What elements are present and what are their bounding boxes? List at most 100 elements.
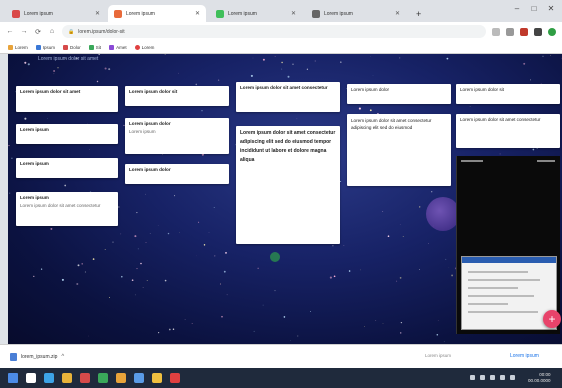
star-dot bbox=[33, 275, 35, 278]
star-dot bbox=[329, 276, 332, 279]
post-card[interactable]: Lorem ipsum dolor sit bbox=[456, 84, 560, 104]
bookmark-item[interactable]: Ipsum bbox=[35, 44, 55, 50]
language-icon[interactable] bbox=[510, 375, 515, 380]
app-icon[interactable] bbox=[152, 373, 162, 383]
star-dot bbox=[172, 328, 175, 330]
close-window-icon[interactable]: ✕ bbox=[544, 4, 558, 13]
tab-4[interactable]: Lorem ipsum ✕ bbox=[306, 5, 406, 22]
bookmark-item[interactable]: Dolor bbox=[63, 44, 81, 50]
star-dot bbox=[287, 75, 290, 78]
post-title: Lorem ipsum dolor bbox=[129, 121, 171, 126]
add-post-button[interactable]: + bbox=[543, 310, 561, 328]
system-clock[interactable]: 00:00 00.00.0000 bbox=[528, 372, 551, 384]
maximize-icon[interactable]: □ bbox=[527, 4, 541, 13]
tray-icon[interactable] bbox=[470, 375, 475, 380]
network-icon[interactable] bbox=[480, 375, 485, 380]
download-filename: lorem_ipsum.zip bbox=[21, 354, 58, 360]
star-dot bbox=[179, 232, 180, 233]
task-view-icon[interactable] bbox=[44, 373, 54, 383]
star-dot bbox=[257, 267, 259, 269]
download-note: Lorem ipsum bbox=[425, 353, 452, 358]
star-dot bbox=[532, 148, 535, 151]
post-card[interactable]: Lorem ipsum Lorem ipsum dolor sit amet c… bbox=[16, 192, 118, 226]
url-text: lorem.ipsum/dolor-sit bbox=[78, 28, 125, 35]
address-bar[interactable]: 🔒 lorem.ipsum/dolor-sit bbox=[62, 25, 486, 38]
file-explorer-icon[interactable] bbox=[80, 373, 90, 383]
post-card[interactable]: Lorem ipsum dolor sit amet consectetur bbox=[456, 114, 560, 148]
star-dot bbox=[523, 62, 526, 65]
star-dot bbox=[399, 277, 402, 279]
post-card[interactable]: Lorem ipsum bbox=[16, 158, 118, 178]
star-dot bbox=[419, 269, 420, 270]
extension-icon[interactable] bbox=[534, 27, 542, 36]
edge-icon[interactable] bbox=[62, 373, 72, 383]
star-dot bbox=[174, 195, 176, 197]
back-icon[interactable]: ← bbox=[6, 28, 14, 35]
star-dot bbox=[92, 258, 95, 260]
bookmark-item[interactable]: Lorem bbox=[134, 44, 154, 50]
post-card[interactable]: Lorem ipsum bbox=[16, 124, 118, 144]
post-card[interactable]: Lorem ipsum dolor sit bbox=[125, 86, 229, 106]
tab-3[interactable]: Lorem ipsum ✕ bbox=[210, 5, 302, 22]
star-dot bbox=[77, 264, 80, 267]
home-icon[interactable]: ⌂ bbox=[48, 28, 56, 35]
star-dot bbox=[149, 233, 151, 235]
video-embed[interactable] bbox=[456, 156, 560, 334]
post-card[interactable]: Lorem ipsum dolor sit amet consectetur a… bbox=[236, 126, 340, 244]
tab-1[interactable]: Lorem ipsum ✕ bbox=[6, 5, 106, 22]
post-card[interactable]: Lorem ipsum dolor sit amet bbox=[16, 86, 118, 112]
post-card[interactable]: Lorem ipsum dolor bbox=[125, 164, 229, 184]
download-item[interactable]: lorem_ipsum.zip ^ bbox=[10, 351, 70, 363]
post-card[interactable]: Lorem ipsum dolor sit amet consectetur bbox=[236, 82, 340, 112]
youtube-icon bbox=[134, 44, 140, 50]
minimize-icon[interactable]: – bbox=[510, 4, 524, 13]
post-card[interactable]: Lorem ipsum dolor Lorem ipsum bbox=[125, 118, 229, 154]
post-title: Lorem ipsum bbox=[20, 161, 49, 166]
post-title: Lorem ipsum dolor sit amet consectetur a… bbox=[240, 130, 336, 163]
star-dot bbox=[120, 233, 122, 235]
profile-avatar[interactable] bbox=[548, 27, 556, 36]
extension-icon[interactable] bbox=[506, 27, 514, 36]
star-dot bbox=[137, 248, 139, 250]
tab-close-icon[interactable]: ✕ bbox=[291, 10, 296, 17]
star-dot bbox=[167, 232, 170, 235]
star-dot bbox=[50, 227, 53, 230]
star-dot bbox=[24, 61, 27, 64]
store-icon[interactable] bbox=[98, 373, 108, 383]
tab-close-icon[interactable]: ✕ bbox=[95, 10, 100, 17]
post-card[interactable]: Lorem ipsum dolor sit amet consectetur a… bbox=[347, 114, 451, 186]
app-icon[interactable] bbox=[134, 373, 144, 383]
start-icon[interactable] bbox=[8, 373, 18, 383]
star-dot bbox=[134, 294, 136, 296]
forward-icon[interactable]: → bbox=[20, 28, 28, 35]
extension-icon[interactable] bbox=[520, 27, 528, 36]
star-dot bbox=[178, 72, 179, 74]
post-title: Lorem ipsum dolor sit amet consectetur a… bbox=[351, 118, 432, 131]
tab-2[interactable]: Lorem ipsum ✕ bbox=[108, 5, 206, 22]
tab-close-icon[interactable]: ✕ bbox=[395, 10, 400, 17]
star-dot bbox=[203, 244, 206, 246]
star-icon[interactable] bbox=[492, 27, 500, 36]
show-all-downloads-link[interactable]: Lorem ipsum bbox=[510, 353, 539, 359]
folder-icon[interactable] bbox=[116, 373, 126, 383]
star-dot bbox=[400, 321, 403, 324]
star-dot bbox=[443, 341, 445, 342]
reload-icon[interactable]: ⟳ bbox=[34, 28, 42, 36]
battery-icon[interactable] bbox=[500, 375, 505, 380]
bookmark-icon bbox=[88, 44, 94, 50]
star-dot bbox=[184, 319, 186, 320]
star-dot bbox=[250, 74, 253, 77]
star-dot bbox=[274, 56, 276, 58]
volume-icon[interactable] bbox=[490, 375, 495, 380]
new-tab-button[interactable]: + bbox=[410, 5, 424, 22]
chevron-up-icon[interactable]: ^ bbox=[61, 354, 64, 360]
chrome-icon[interactable] bbox=[170, 373, 180, 383]
star-dot bbox=[314, 60, 316, 62]
post-card[interactable]: Lorem ipsum dolor bbox=[347, 84, 451, 104]
bookmark-item[interactable]: Amet bbox=[109, 44, 127, 50]
search-icon[interactable] bbox=[26, 373, 36, 383]
tab-close-icon[interactable]: ✕ bbox=[195, 10, 200, 17]
bookmark-item[interactable]: Sit bbox=[88, 44, 101, 50]
star-dot bbox=[360, 269, 362, 271]
bookmark-item[interactable]: Lorem bbox=[8, 44, 28, 50]
